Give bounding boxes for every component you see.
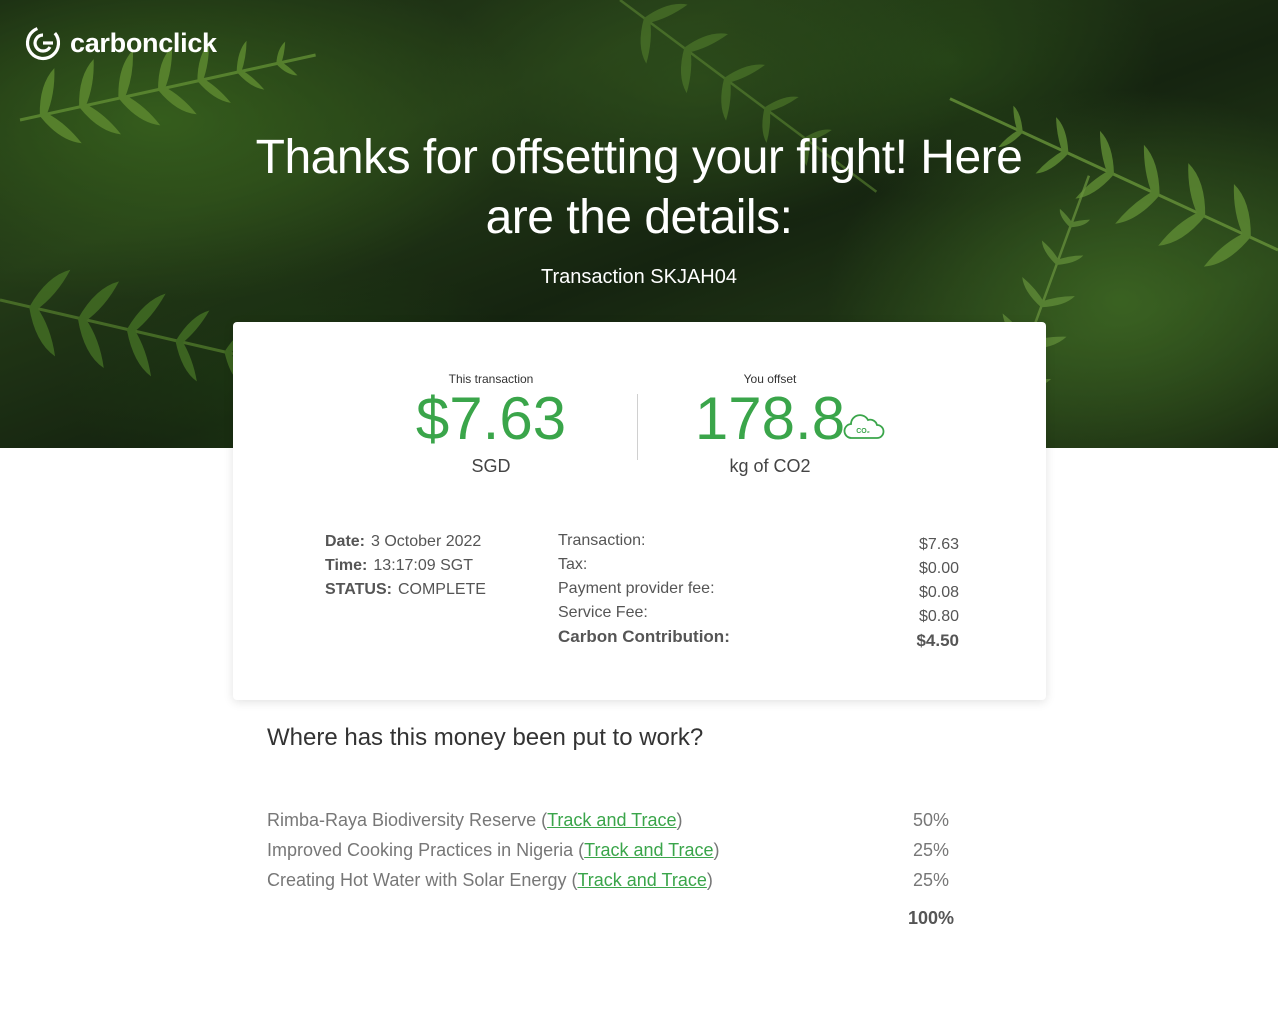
fee-value: $0.08 xyxy=(918,584,959,601)
project-row: Creating Hot Water with Solar Energy (Tr… xyxy=(267,870,949,890)
offset-label: You offset xyxy=(743,372,797,386)
transaction-cost-stat: This transaction $7.63 SGD xyxy=(391,372,591,477)
project-name: Creating Hot Water with Solar Energy xyxy=(267,870,567,890)
allocation-total: 100% xyxy=(907,908,954,928)
date-row: Date: 3 October 2022 xyxy=(325,530,486,554)
time-row: Time: 13:17:09 SGT xyxy=(325,554,486,578)
carbonclick-logo-icon xyxy=(25,25,61,61)
brand-logo[interactable]: carbonclick xyxy=(24,24,217,62)
project-name: Rimba-Raya Biodiversity Reserve xyxy=(267,810,537,830)
transaction-meta: Date: 3 October 2022 Time: 13:17:09 SGT ST… xyxy=(325,530,486,602)
track-and-trace-link[interactable]: Track and Trace xyxy=(577,870,706,890)
transaction-cost-value: $7.63 xyxy=(415,385,567,452)
track-and-trace-link[interactable]: Track and Trace xyxy=(584,840,713,860)
stat-divider xyxy=(637,394,638,460)
project-row: Rimba-Raya Biodiversity Reserve (Track a… xyxy=(267,810,949,830)
project-row: Improved Cooking Practices in Nigeria (T… xyxy=(267,840,949,860)
offset-value: 178.8 xyxy=(694,385,846,452)
status-label: STATUS: xyxy=(325,581,392,598)
co2-icon-text: CO₂ xyxy=(856,428,870,435)
transaction-cost-currency: SGD xyxy=(471,456,511,476)
transaction-summary-card: This transaction $7.63 SGD You offset 17… xyxy=(233,322,1046,700)
status-value: COMPLETE xyxy=(397,581,486,598)
fee-value: $0.80 xyxy=(918,608,959,625)
allocation-title: Where has this money been put to work? xyxy=(267,724,704,751)
fee-values: $7.63 $0.00 $0.08 $0.80 $4.50 xyxy=(853,533,959,653)
track-and-trace-link[interactable]: Track and Trace xyxy=(547,810,676,830)
project-percent: 50% xyxy=(912,810,949,830)
time-label: Time: xyxy=(325,557,368,574)
fee-labels: Transaction: Tax: Payment provider fee: … xyxy=(558,529,730,649)
co2-cloud-icon: CO₂ xyxy=(843,414,885,439)
carbon-contribution-label: Carbon Contribution: xyxy=(558,627,730,646)
date-label: Date: xyxy=(325,533,366,550)
project-list: Rimba-Raya Biodiversity Reserve (Track a… xyxy=(267,808,967,898)
project-percent: 25% xyxy=(912,840,949,860)
project-percent: 25% xyxy=(912,870,949,890)
carbon-contribution-value: $4.50 xyxy=(916,631,959,650)
fee-label: Service Fee: xyxy=(558,604,648,621)
status-row: STATUS: COMPLETE xyxy=(325,578,486,602)
fee-value: $7.63 xyxy=(918,536,959,553)
brand-name: carbonclick xyxy=(70,27,217,58)
fee-label: Payment provider fee: xyxy=(558,580,715,597)
time-value: 13:17:09 SGT xyxy=(373,557,474,574)
transaction-id: Transaction SKJAH04 xyxy=(540,266,737,288)
fee-label: Tax: xyxy=(558,556,588,573)
project-name: Improved Cooking Practices in Nigeria xyxy=(267,840,574,860)
page-headline: Thanks for offsetting your flight! Here … xyxy=(255,131,1023,244)
offset-unit: kg of CO2 xyxy=(729,456,811,476)
fee-label: Transaction: xyxy=(558,532,646,549)
date-value: 3 October 2022 xyxy=(371,533,482,550)
transaction-cost-label: This transaction xyxy=(448,372,534,386)
fee-value: $0.00 xyxy=(918,560,959,577)
offset-stat: You offset 178.8 kg of CO2 xyxy=(673,372,867,477)
